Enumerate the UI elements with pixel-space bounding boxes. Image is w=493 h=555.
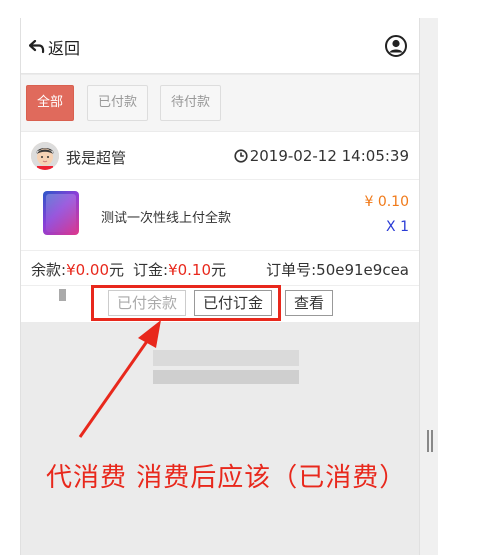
- balance-value: ¥0.00: [66, 261, 110, 279]
- top-bar: 返回: [21, 18, 419, 74]
- small-marker: [59, 289, 66, 301]
- balance-info: 余款:¥0.00元: [31, 259, 124, 280]
- user-profile-icon[interactable]: [385, 35, 407, 61]
- left-margin: [0, 0, 20, 555]
- product-thumbnail: [43, 191, 79, 235]
- product-quantity: X 1: [386, 219, 409, 235]
- filter-all-button[interactable]: 全部: [26, 85, 75, 121]
- product-name: 测试一次性线上付全款: [101, 211, 232, 226]
- scrollbar-track[interactable]: [420, 18, 438, 555]
- footer-blurred-line-2: [153, 370, 299, 384]
- back-label: 返回: [48, 39, 81, 58]
- balance-label: 余款:: [31, 261, 67, 279]
- order-header-row: 我是超管 2019-02-12 14:05:39: [21, 132, 419, 180]
- back-arrow-icon: [29, 40, 45, 54]
- deposit-info: 订金:¥0.10元: [133, 259, 226, 280]
- order-time-text: 2019-02-12 14:05:39: [249, 147, 409, 165]
- highlight-box: [91, 285, 281, 321]
- order-number: 订单号:50e91e9cea: [266, 261, 409, 279]
- deposit-label: 订金:: [133, 261, 169, 279]
- view-button[interactable]: 查看: [285, 290, 334, 316]
- filter-unpaid-button[interactable]: 待付款: [160, 85, 222, 121]
- balance-unit: 元: [109, 261, 125, 279]
- filter-paid-button[interactable]: 已付款: [87, 85, 149, 121]
- right-margin: [438, 0, 493, 555]
- avatar: [31, 142, 59, 170]
- order-summary-row: 余款:¥0.00元 订金:¥0.10元 订单号:50e91e9cea: [21, 252, 419, 286]
- clock-icon: [234, 149, 248, 163]
- footer-blurred-line-1: [153, 350, 299, 366]
- order-product-row[interactable]: 测试一次性线上付全款 ¥ 0.10 X 1: [21, 181, 419, 251]
- resize-handle[interactable]: [427, 430, 433, 452]
- deposit-unit: 元: [211, 261, 227, 279]
- deposit-value: ¥0.10: [168, 261, 212, 279]
- user-name: 我是超管: [66, 149, 127, 167]
- order-time: 2019-02-12 14:05:39: [234, 147, 409, 165]
- back-button[interactable]: 返回: [29, 35, 80, 59]
- annotation-text: 代消费 消费后应该（已消费）: [46, 463, 407, 493]
- product-price: ¥ 0.10: [364, 194, 409, 210]
- order-filter-bar: 全部 已付款 待付款: [21, 75, 419, 131]
